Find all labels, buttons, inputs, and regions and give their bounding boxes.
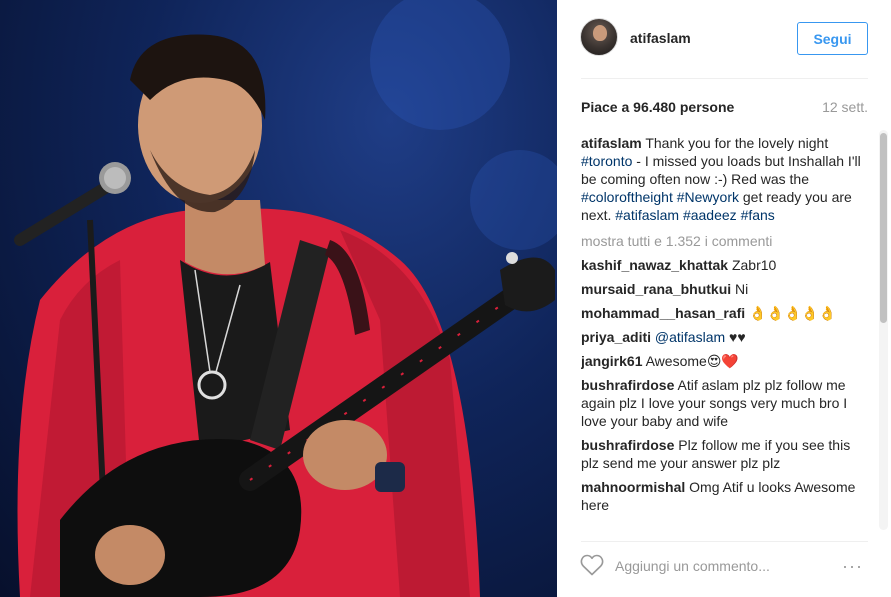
- comment-item: mahnoormishal Omg Atif u looks Awesome h…: [581, 478, 871, 514]
- likes-count[interactable]: Piace a 96.480 persone: [581, 99, 734, 115]
- comments-scrollbar-thumb[interactable]: [880, 133, 887, 323]
- post-header: atifaslam Segui: [557, 0, 891, 78]
- comment-item: bushrafirdose Atif aslam plz plz follow …: [581, 376, 871, 430]
- comment-text: Ni: [731, 281, 749, 297]
- comment-username[interactable]: mursaid_rana_bhutkui: [581, 281, 731, 297]
- comment-username[interactable]: bushrafirdose: [581, 437, 674, 453]
- comment-username[interactable]: priya_aditi: [581, 329, 651, 345]
- comment-input[interactable]: [615, 556, 815, 576]
- comment-text: ♥♥: [725, 329, 746, 345]
- mention-link[interactable]: @atifaslam: [655, 329, 725, 345]
- comment-username[interactable]: mahnoormishal: [581, 479, 685, 495]
- comment-username[interactable]: kashif_nawaz_khattak: [581, 257, 728, 273]
- post-caption: atifaslam Thank you for the lovely night…: [581, 134, 871, 224]
- comment-text: Zabr10: [728, 257, 777, 273]
- header-divider: [581, 78, 868, 79]
- caption-text: Thank you for the lovely night: [641, 135, 829, 151]
- heart-icon[interactable]: [580, 554, 604, 576]
- hashtag-link[interactable]: #aadeez: [683, 207, 737, 223]
- comment-username[interactable]: bushrafirdose: [581, 377, 674, 393]
- more-options-icon[interactable]: ···: [842, 556, 870, 576]
- post-side-panel: atifaslam Segui Piace a 96.480 persone 1…: [557, 0, 891, 597]
- comment-item: mursaid_rana_bhutkui Ni: [581, 280, 871, 298]
- concert-photo-illustration: [14, 0, 557, 597]
- post-photo[interactable]: [0, 0, 557, 597]
- comments-list: atifaslam Thank you for the lovely night…: [581, 134, 871, 530]
- post-time[interactable]: 12 sett.: [822, 99, 868, 115]
- comments-scrollbar[interactable]: [879, 130, 888, 530]
- comment-text: 👌👌👌👌👌: [745, 305, 837, 321]
- hashtag-link[interactable]: #Newyork: [677, 189, 739, 205]
- hashtag-link[interactable]: #fans: [741, 207, 775, 223]
- post-footer: ···: [557, 542, 891, 597]
- show-all-comments-link[interactable]: mostra tutti e 1.352 i commenti: [581, 232, 871, 250]
- comment-username[interactable]: jangirk61: [581, 353, 642, 369]
- header-username[interactable]: atifaslam: [630, 30, 691, 46]
- hashtag-link[interactable]: #coloroftheight: [581, 189, 673, 205]
- comment-item: mohammad__hasan_rafi 👌👌👌👌👌: [581, 304, 871, 322]
- caption-username[interactable]: atifaslam: [581, 135, 642, 151]
- comment-username[interactable]: mohammad__hasan_rafi: [581, 305, 745, 321]
- comment-item: bushrafirdose Plz follow me if you see t…: [581, 436, 871, 472]
- comment-item: jangirk61 Awesome😍❤️: [581, 352, 871, 370]
- hashtag-link[interactable]: #toronto: [581, 153, 632, 169]
- avatar[interactable]: [580, 18, 618, 56]
- comment-text: Awesome😍❤️: [642, 353, 739, 369]
- comment-item: kashif_nawaz_khattak Zabr10: [581, 256, 871, 274]
- comment-item: priya_aditi @atifaslam ♥♥: [581, 328, 871, 346]
- follow-button[interactable]: Segui: [797, 22, 868, 55]
- hashtag-link[interactable]: #atifaslam: [615, 207, 679, 223]
